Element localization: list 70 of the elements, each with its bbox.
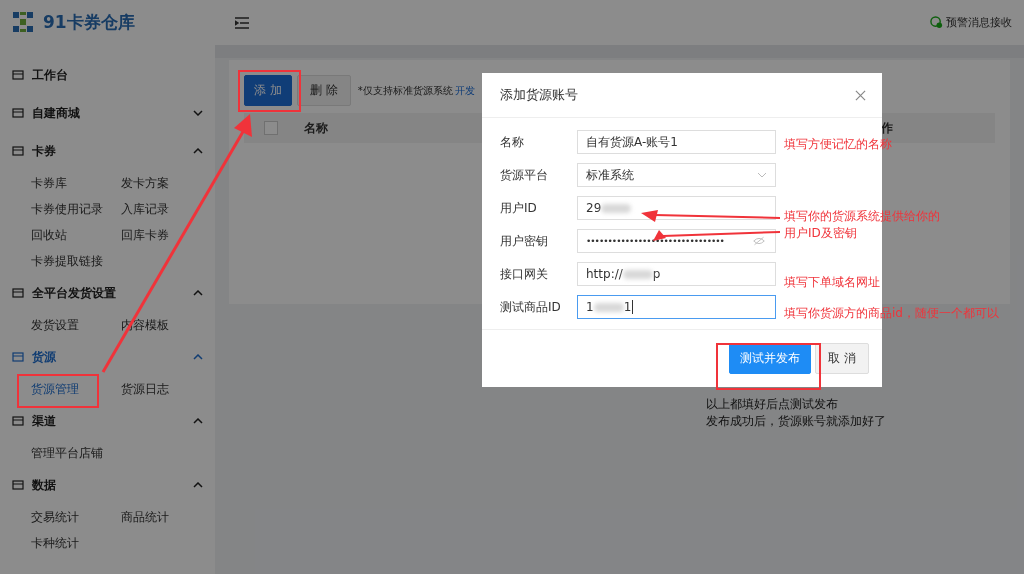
menu-item-icon — [12, 145, 24, 157]
sidebar-item[interactable]: 管理平台店铺 — [31, 440, 121, 466]
chat-icon — [930, 16, 943, 29]
sidebar-item[interactable]: 回库卡券 — [121, 222, 211, 248]
sidebar-group[interactable]: 货源 — [0, 338, 215, 376]
select-field[interactable]: 标准系统 — [577, 163, 776, 187]
test-publish-button[interactable]: 测试并发布 — [729, 343, 812, 374]
cancel-button[interactable]: 取 消 — [815, 343, 869, 374]
sidebar-item[interactable]: 入库记录 — [121, 196, 211, 222]
chevron-icon — [757, 172, 767, 178]
input-field[interactable]: http:// p — [577, 262, 776, 286]
sidebar-item[interactable]: 回收站 — [31, 222, 121, 248]
field-label: 用户密钥 — [500, 232, 549, 250]
sidebar-item[interactable]: 发卡方案 — [121, 170, 211, 196]
alert-link[interactable]: 预警消息接收 — [930, 15, 1012, 30]
menu-item-icon — [12, 69, 24, 81]
delete-button[interactable]: 删 除 — [297, 75, 351, 106]
menu-icon[interactable] — [235, 16, 249, 29]
sidebar-item[interactable]: 卡券使用记录 — [31, 196, 121, 222]
text-cursor — [632, 300, 634, 314]
input-field[interactable]: 自有货源A-账号1 — [577, 130, 776, 154]
annotation-text: 用户ID及密钥 — [784, 225, 857, 242]
sidebar-item[interactable]: 卡种统计 — [31, 530, 121, 556]
menu-item-icon — [12, 287, 24, 299]
sidebar-group[interactable]: 卡券 — [0, 132, 215, 170]
field-label: 测试商品ID — [500, 298, 562, 316]
chevron-icon — [193, 110, 203, 116]
sidebar-item[interactable]: 卡券提取链接 — [31, 248, 121, 274]
docs-link[interactable]: 开发 — [454, 83, 475, 98]
sidebar-group[interactable]: 数据 — [0, 466, 215, 504]
checkbox[interactable] — [264, 121, 278, 135]
note-text: *仅支持标准货源系统 — [357, 83, 453, 98]
sidebar-item[interactable]: 卡券库 — [31, 170, 121, 196]
chevron-icon — [193, 354, 203, 360]
eye-off-icon[interactable] — [753, 236, 765, 246]
password-field[interactable]: •••••••••••••••••••••••••••••••• — [577, 229, 776, 253]
sidebar-group[interactable]: 工作台 — [0, 56, 215, 94]
input-field[interactable]: 29 — [577, 196, 776, 220]
menu-item-icon — [12, 415, 24, 427]
highlight-frame — [238, 70, 301, 112]
sidebar-item[interactable]: 商品统计 — [121, 504, 211, 530]
field-label: 用户ID — [500, 199, 538, 217]
input-field[interactable]: 1 1 — [577, 295, 776, 319]
sidebar-group[interactable]: 自建商城 — [0, 94, 215, 132]
add-button[interactable]: 添 加 — [244, 75, 292, 106]
field-label: 货源平台 — [500, 166, 549, 184]
chevron-icon — [193, 290, 203, 296]
field-label: 名称 — [500, 133, 525, 151]
sidebar-group[interactable]: 渠道 — [0, 402, 215, 440]
logo-icon — [12, 11, 34, 33]
menu-item-icon — [12, 351, 24, 363]
chevron-icon — [193, 482, 203, 488]
sidebar-group[interactable]: 全平台发货设置 — [0, 274, 215, 312]
caption-text: 以上都填好后点测试发布 — [706, 396, 839, 413]
sidebar-item[interactable]: 货源管理 — [31, 376, 121, 402]
chevron-icon — [193, 418, 203, 424]
sidebar-item[interactable]: 货源日志 — [121, 376, 211, 402]
column-header: 名称 — [304, 119, 328, 137]
menu-item-icon — [12, 479, 24, 491]
sidebar-item[interactable]: 交易统计 — [31, 504, 121, 530]
caption-text: 发布成功后，货源账号就添加好了 — [706, 413, 886, 430]
chevron-icon — [193, 148, 203, 154]
close-icon[interactable] — [855, 89, 866, 101]
dialog-title: 添加货源账号 — [500, 86, 578, 104]
annotation-text: 填写下单域名网址 — [784, 274, 880, 291]
column-header: 作 — [881, 119, 893, 137]
menu-item-icon — [12, 107, 24, 119]
field-label: 接口网关 — [500, 265, 549, 283]
sidebar-item[interactable]: 发货设置 — [31, 312, 121, 338]
logo-text: 91卡券仓库 — [43, 10, 135, 34]
